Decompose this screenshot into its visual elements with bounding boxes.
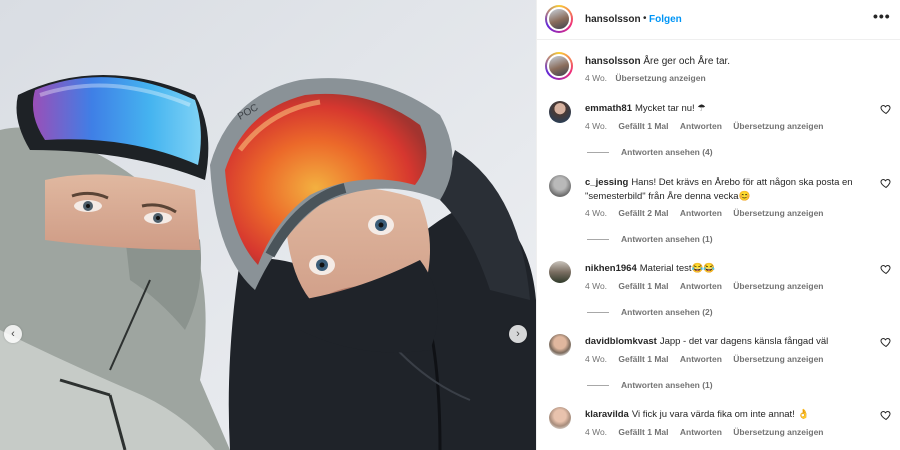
like-heart-icon[interactable] [880, 409, 892, 421]
reply-button[interactable]: Antworten [680, 354, 722, 364]
reply-button[interactable]: Antworten [680, 427, 722, 437]
comment-likes[interactable]: Gefällt 1 Mal [618, 354, 668, 364]
follow-button[interactable]: Folgen [649, 14, 682, 25]
view-replies-button[interactable]: Antworten ansehen (1) [587, 234, 713, 244]
comment-meta: 4 Wo. Gefällt 1 Mal Antworten Übersetzun… [585, 427, 833, 437]
comment-text: klaravilda Vi fick ju vara värda fika om … [585, 408, 875, 422]
translate-link[interactable]: Übersetzung anzeigen [733, 427, 823, 437]
comment-age: 4 Wo. [585, 427, 608, 437]
commenter-username[interactable]: nikhen1964 [585, 263, 637, 274]
commenter-username[interactable]: davidblomkvast [585, 336, 657, 347]
view-replies-button[interactable]: Antworten ansehen (4) [587, 147, 713, 157]
view-replies-label: Antworten ansehen (4) [621, 147, 713, 157]
like-heart-icon[interactable] [880, 263, 892, 275]
comment-text: nikhen1964 Material test😂😂 [585, 262, 875, 276]
comment-meta: 4 Wo. Gefällt 1 Mal Antworten Übersetzun… [585, 121, 833, 131]
separator-dot: • [643, 13, 647, 24]
comments-panel: hansolsson • Folgen ••• hansolsson Åre g… [536, 0, 900, 450]
reply-button[interactable]: Antworten [680, 208, 722, 218]
comment-likes[interactable]: Gefällt 1 Mal [618, 121, 668, 131]
reply-button[interactable]: Antworten [680, 121, 722, 131]
comment-body: Material test😂😂 [639, 263, 716, 274]
like-heart-icon[interactable] [880, 336, 892, 348]
comment-likes[interactable]: Gefällt 2 Mal [618, 208, 668, 218]
comment-body: Japp - det var dagens känsla fångad väl [659, 336, 829, 347]
comment-body: Vi fick ju vara värda fika om inte annat… [631, 409, 810, 420]
comment-meta: 4 Wo. Gefällt 1 Mal Antworten Übersetzun… [585, 354, 833, 364]
like-heart-icon[interactable] [880, 103, 892, 115]
translate-link[interactable]: Übersetzung anzeigen [733, 208, 823, 218]
commenter-username[interactable]: emmath81 [585, 103, 632, 114]
next-photo-button[interactable]: › [509, 325, 527, 343]
caption-meta: 4 Wo. Übersetzung anzeigen [585, 73, 712, 83]
comment-age: 4 Wo. [585, 208, 608, 218]
caption-translate-link[interactable]: Übersetzung anzeigen [615, 73, 705, 83]
translate-link[interactable]: Übersetzung anzeigen [733, 354, 823, 364]
caption-age: 4 Wo. [585, 73, 608, 83]
selfie-illustration: POC [0, 0, 536, 450]
translate-link[interactable]: Übersetzung anzeigen [733, 121, 823, 131]
caption-author-avatar[interactable] [545, 52, 573, 80]
comment-text: emmath81 Mycket tar nu! ☂ [585, 102, 875, 116]
comment-body: Mycket tar nu! ☂ [635, 103, 706, 114]
view-replies-label: Antworten ansehen (2) [621, 307, 713, 317]
comment-text: davidblomkvast Japp - det var dagens käns… [585, 335, 875, 349]
commenter-avatar[interactable] [549, 261, 571, 283]
post-header: hansolsson • Folgen ••• [537, 0, 900, 40]
replies-line [587, 239, 609, 241]
caption-body: Åre ger och Åre tar. [643, 56, 731, 67]
caption-text: hansolsson Åre ger och Åre tar. [585, 56, 730, 67]
comment-meta: 4 Wo. Gefällt 2 Mal Antworten Übersetzun… [585, 208, 833, 218]
post-caption: hansolsson Åre ger och Åre tar. 4 Wo. Üb… [537, 50, 900, 90]
commenter-username[interactable]: klaravilda [585, 409, 629, 420]
previous-photo-button[interactable]: ‹ [4, 325, 22, 343]
view-replies-button[interactable]: Antworten ansehen (2) [587, 307, 713, 317]
commenter-avatar[interactable] [549, 407, 571, 429]
reply-button[interactable]: Antworten [680, 281, 722, 291]
author-username[interactable]: hansolsson [585, 14, 641, 25]
comment-meta: 4 Wo. Gefällt 1 Mal Antworten Übersetzun… [585, 281, 833, 291]
comment-age: 4 Wo. [585, 121, 608, 131]
commenter-avatar[interactable] [549, 175, 571, 197]
more-options-icon[interactable]: ••• [873, 8, 891, 24]
view-replies-button[interactable]: Antworten ansehen (1) [587, 380, 713, 390]
comment-likes[interactable]: Gefällt 1 Mal [618, 281, 668, 291]
commenter-avatar[interactable] [549, 334, 571, 356]
replies-line [587, 312, 609, 314]
view-replies-label: Antworten ansehen (1) [621, 380, 713, 390]
commenter-username[interactable]: c_jessing [585, 177, 628, 188]
comment-likes[interactable]: Gefällt 1 Mal [618, 427, 668, 437]
comment-age: 4 Wo. [585, 354, 608, 364]
caption-username[interactable]: hansolsson [585, 56, 641, 67]
like-heart-icon[interactable] [880, 177, 892, 189]
post-photo: POC ‹ › [0, 0, 536, 450]
comment-text: c_jessing Hans! Det krävs en Årebo för at… [585, 176, 875, 204]
translate-link[interactable]: Übersetzung anzeigen [733, 281, 823, 291]
author-avatar[interactable] [545, 5, 573, 33]
comment-age: 4 Wo. [585, 281, 608, 291]
commenter-avatar[interactable] [549, 101, 571, 123]
replies-line [587, 152, 609, 154]
view-replies-label: Antworten ansehen (1) [621, 234, 713, 244]
replies-line [587, 385, 609, 387]
